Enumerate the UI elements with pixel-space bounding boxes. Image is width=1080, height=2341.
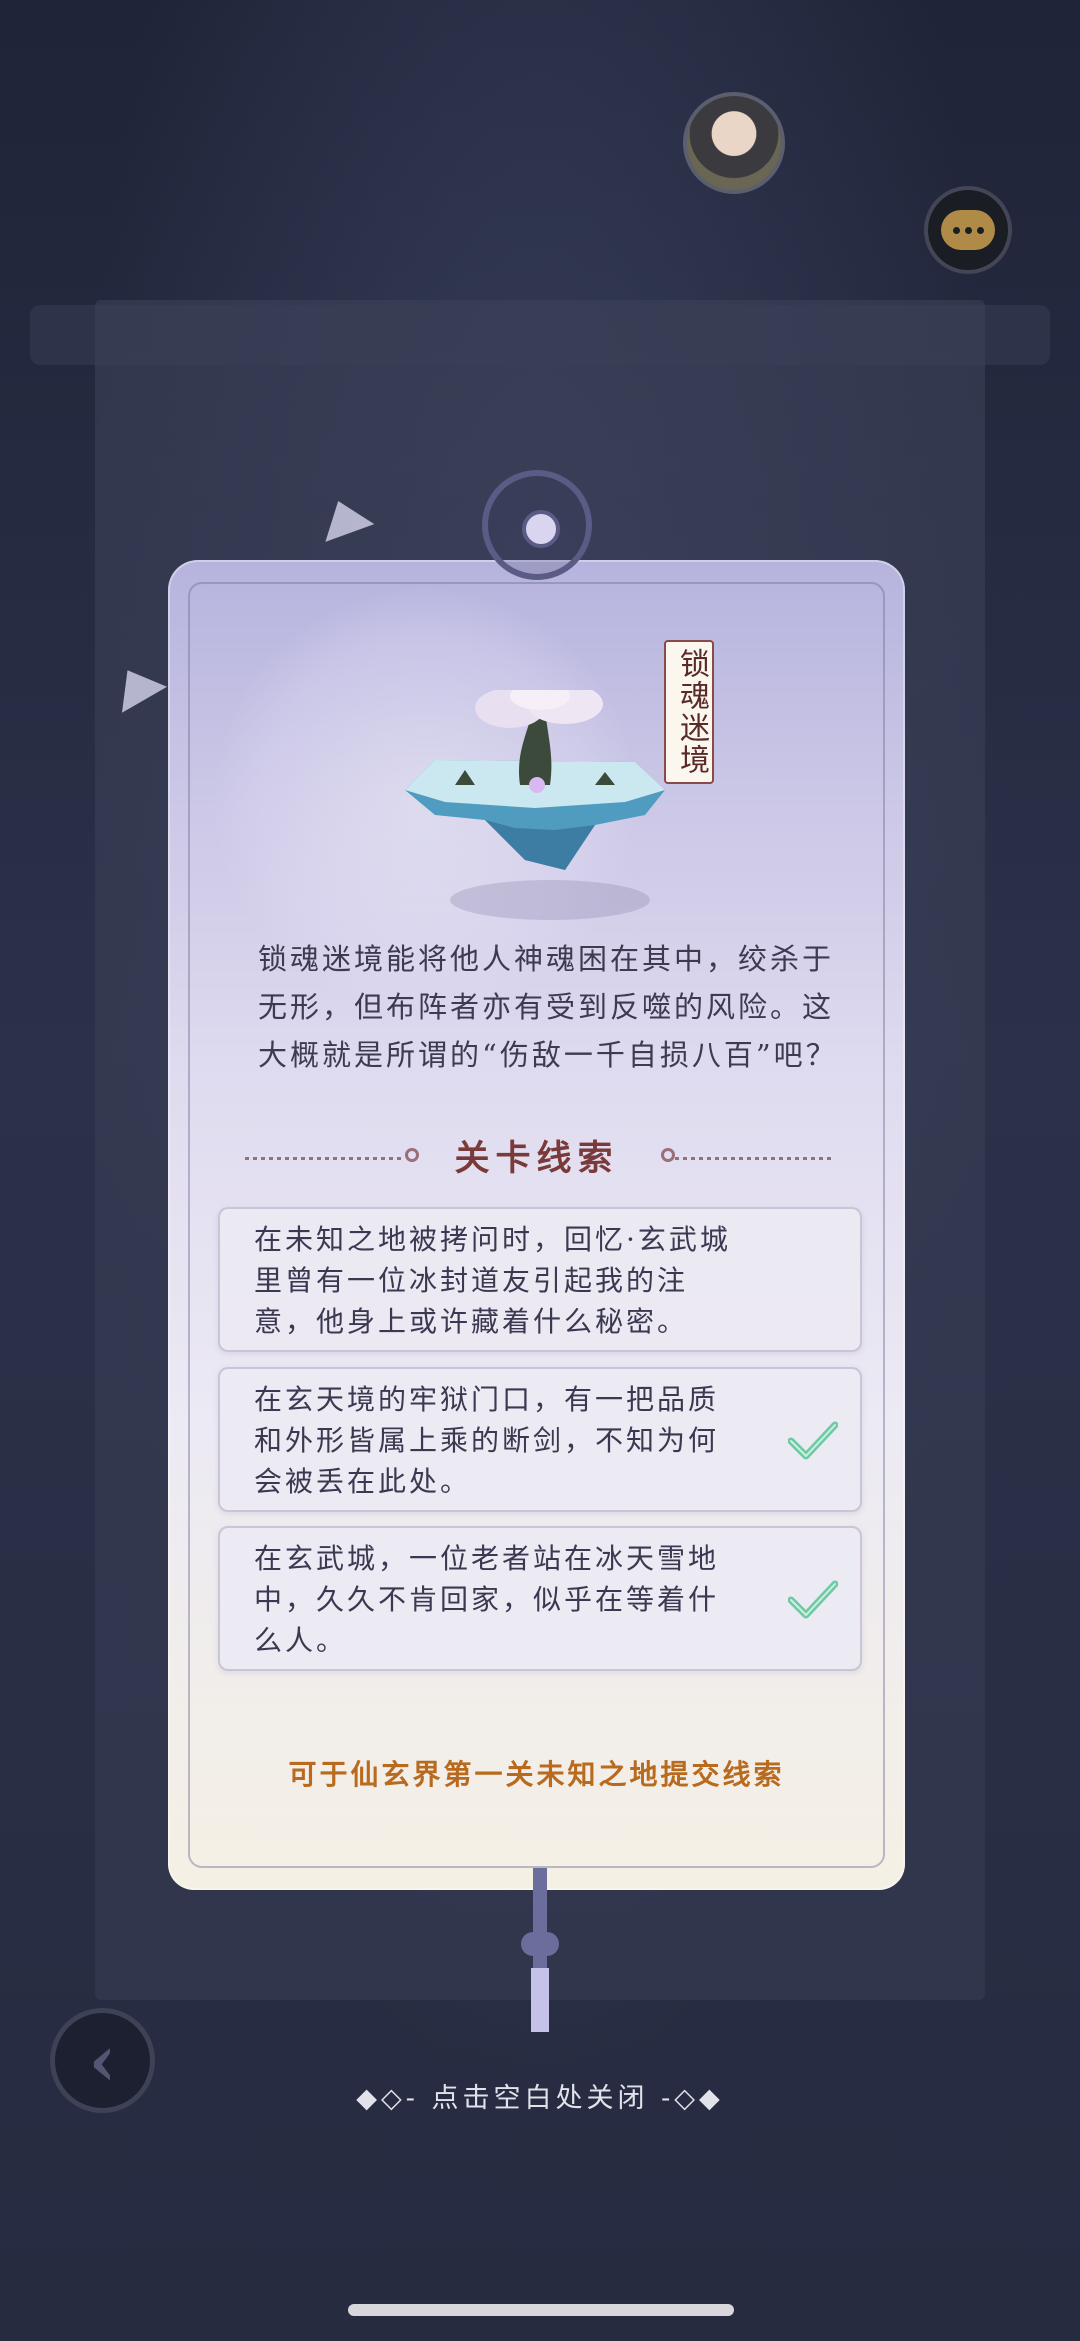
- checkmark-icon: [788, 1421, 838, 1459]
- clue-text: 在玄天境的牢狱门口，有一把品质和外形皆属上乘的断剑，不知为何会被丢在此处。: [254, 1383, 720, 1498]
- chat-bubble-icon: [941, 210, 995, 250]
- clue-text: 在未知之地被拷问时，回忆·玄武城里曾有一位冰封道友引起我的注意，他身上或许藏着什…: [254, 1223, 731, 1338]
- section-divider-right: [675, 1157, 835, 1160]
- home-indicator[interactable]: [348, 2304, 734, 2316]
- clue-item[interactable]: 在玄天境的牢狱门口，有一把品质和外形皆属上乘的断剑，不知为何会被丢在此处。: [218, 1367, 862, 1512]
- close-hint[interactable]: ◆◇- 点击空白处关闭 -◇◆: [0, 2076, 1080, 2115]
- character-avatar[interactable]: [683, 92, 785, 194]
- chat-button[interactable]: [924, 186, 1012, 274]
- section-knot-right: [661, 1148, 675, 1162]
- clue-item[interactable]: 在玄武城，一位老者站在冰天雪地中，久久不肯回家，似乎在等着什么人。: [218, 1526, 862, 1671]
- card-top-ornament: [482, 470, 592, 580]
- floating-island-illustration: [405, 690, 665, 870]
- clue-text: 在玄武城，一位老者站在冰天雪地中，久久不肯回家，似乎在等着什么人。: [254, 1542, 720, 1657]
- location-description: 锁魂迷境能将他人神魂困在其中，绞杀于无形，但布阵者亦有受到反噬的风险。这大概就是…: [258, 942, 838, 1072]
- submit-clue-hint: 可于仙玄界第一关未知之地提交线索: [288, 1758, 785, 1791]
- section-title: 关卡线索: [454, 1138, 619, 1179]
- checkmark-icon: [788, 1580, 838, 1618]
- clue-item[interactable]: 在未知之地被拷问时，回忆·玄武城里曾有一位冰封道友引起我的注意，他身上或许藏着什…: [218, 1207, 862, 1352]
- location-name-tag: 锁魂迷境: [664, 640, 714, 784]
- card-bottom-pendant: [521, 1868, 559, 2032]
- island-shadow: [450, 880, 650, 920]
